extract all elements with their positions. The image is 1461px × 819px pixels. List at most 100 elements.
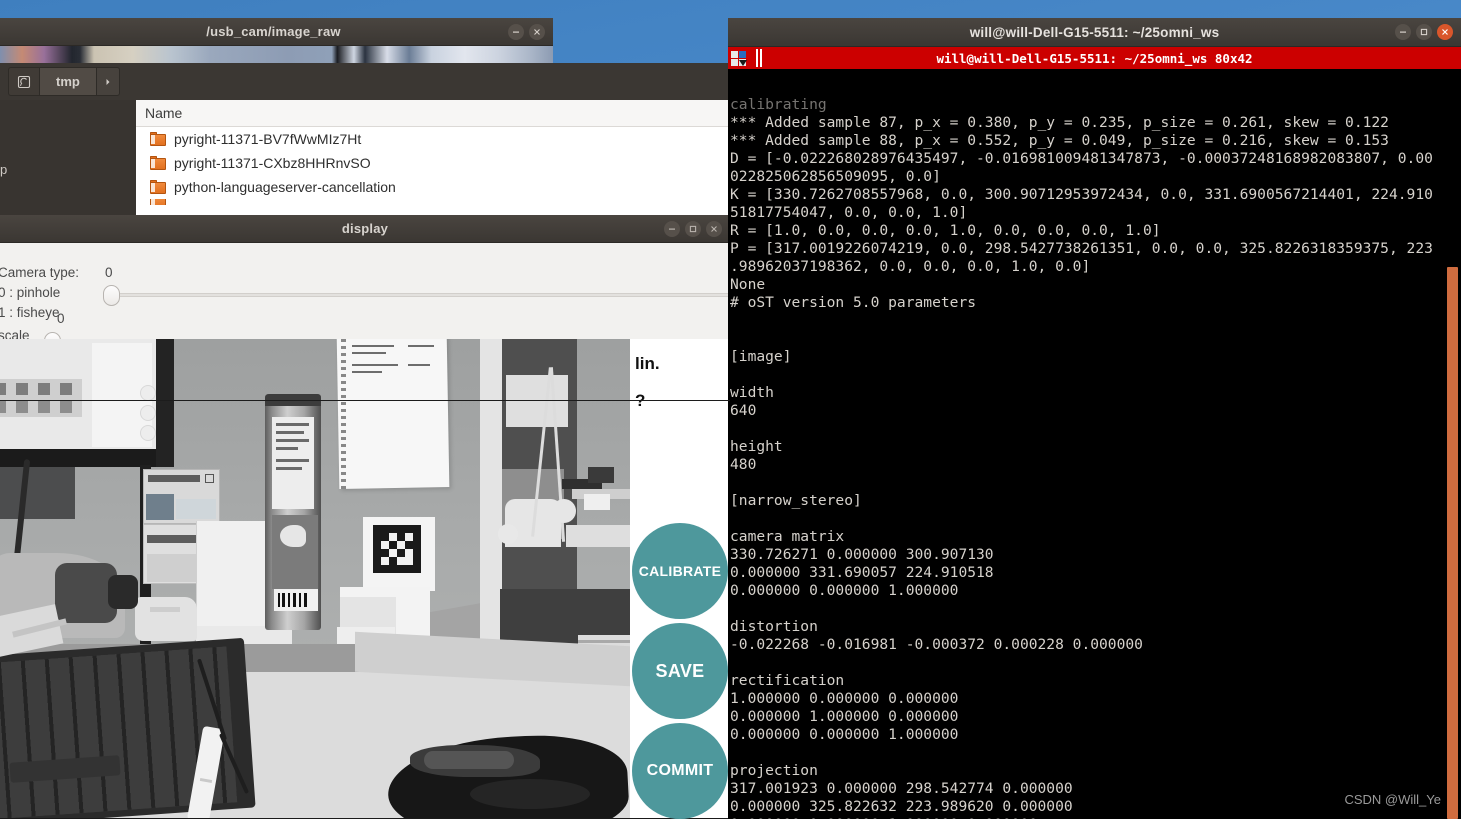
file-manager-pathbar: tmp bbox=[0, 63, 730, 100]
file-manager-window: tmp p Name pyright-11371-BV7fWwMIz7Ht py… bbox=[0, 63, 730, 223]
terminal-window: will@will-Dell-G15-5511: ~/25omni_ws wil… bbox=[728, 18, 1461, 819]
file-manager-body: p Name pyright-11371-BV7fWwMIz7Ht pyrigh… bbox=[0, 100, 730, 223]
calibration-horizontal-line bbox=[0, 400, 730, 401]
terminal-scrollbar-thumb[interactable] bbox=[1447, 267, 1458, 819]
terminal-line: distortion bbox=[730, 618, 818, 635]
file-manager-sidebar: p bbox=[0, 100, 136, 223]
question-label: ? bbox=[635, 391, 645, 411]
display-window-buttons bbox=[664, 220, 722, 237]
terminal-line: [image] bbox=[730, 348, 792, 365]
calibration-panel: lin. ? CALIBRATE SAVE COMMIT bbox=[630, 339, 730, 819]
terminal-line: rectification bbox=[730, 672, 845, 689]
list-item[interactable]: pyright-11371-CXbz8HHRnvSO bbox=[136, 151, 730, 175]
list-item-partial[interactable] bbox=[136, 199, 730, 205]
camera-type-label: Camera type: bbox=[0, 265, 80, 280]
camera-type-option-pinhole: 0 : pinhole bbox=[0, 285, 61, 300]
chevron-right-icon[interactable] bbox=[95, 67, 120, 96]
minimize-icon[interactable] bbox=[1395, 24, 1411, 40]
close-icon[interactable] bbox=[706, 220, 722, 237]
terminal-tab-label[interactable]: will@will-Dell-G15-5511: ~/25omni_ws 80x… bbox=[728, 51, 1461, 66]
terminal-line: -0.022268 -0.016981 -0.000372 0.000228 0… bbox=[730, 636, 1143, 653]
image-raw-titlebar[interactable]: /usb_cam/image_raw bbox=[0, 18, 553, 46]
minimize-icon[interactable] bbox=[664, 220, 680, 237]
camera-type-value: 0 bbox=[105, 265, 113, 280]
terminal-line: None bbox=[730, 276, 766, 293]
linearity-label: lin. bbox=[635, 354, 660, 373]
folder-icon bbox=[150, 180, 166, 194]
maximize-icon[interactable] bbox=[1416, 24, 1432, 40]
display-controls: Camera type: 0 0 : pinhole 1 : fisheye s… bbox=[0, 243, 730, 345]
terminal-line: *** Added sample 87, p_x = 0.380, p_y = … bbox=[730, 114, 1389, 131]
image-raw-window-buttons bbox=[508, 23, 545, 40]
terminal-window-buttons bbox=[1395, 24, 1453, 40]
terminal-line: 022825062856509095, 0.0] bbox=[730, 168, 941, 185]
terminal-line: 51817754047, 0.0, 0.0, 1.0] bbox=[730, 204, 968, 221]
terminal-line: 1.000000 0.000000 0.000000 bbox=[730, 690, 959, 707]
folder-icon bbox=[150, 156, 166, 170]
terminal-line: 0.000000 0.000000 1.000000 bbox=[730, 582, 959, 599]
terminal-line: [narrow_stereo] bbox=[730, 492, 862, 509]
scale-value: 0 bbox=[57, 311, 65, 326]
terminal-line: 0.000000 1.000000 0.000000 bbox=[730, 708, 959, 725]
terminal-title: will@will-Dell-G15-5511: ~/25omni_ws bbox=[969, 24, 1220, 40]
terminal-line: projection bbox=[730, 762, 818, 779]
close-icon[interactable] bbox=[529, 23, 545, 40]
file-list-header-name[interactable]: Name bbox=[136, 100, 730, 127]
calibrate-button[interactable]: CALIBRATE bbox=[632, 523, 728, 619]
camera-preview-image bbox=[0, 339, 630, 818]
path-button-tmp[interactable]: tmp bbox=[39, 67, 96, 96]
terminal-line: calibrating bbox=[730, 96, 827, 113]
list-item[interactable]: python-languageserver-cancellation bbox=[136, 175, 730, 199]
camera-type-slider-knob[interactable] bbox=[103, 285, 120, 306]
terminal-line: *** Added sample 88, p_x = 0.552, p_y = … bbox=[730, 132, 1389, 149]
close-icon[interactable] bbox=[1437, 24, 1453, 40]
terminal-line: P = [317.0019226074219, 0.0, 298.5427738… bbox=[730, 240, 1433, 257]
terminal-line: camera matrix bbox=[730, 528, 845, 545]
file-name: python-languageserver-cancellation bbox=[174, 179, 396, 195]
commit-button[interactable]: COMMIT bbox=[632, 723, 728, 819]
terminal-line: K = [330.7262708557968, 0.0, 300.9071295… bbox=[730, 186, 1433, 203]
terminal-lines: calibrating *** Added sample 87, p_x = 0.… bbox=[730, 96, 1461, 819]
image-raw-title: /usb_cam/image_raw bbox=[206, 24, 341, 39]
save-button[interactable]: SAVE bbox=[632, 623, 728, 719]
terminal-line: R = [1.0, 0.0, 0.0, 0.0, 1.0, 0.0, 0.0, … bbox=[730, 222, 1161, 239]
terminal-line: width bbox=[730, 384, 774, 401]
terminal-line: 640 bbox=[730, 402, 757, 419]
camera-type-option-fisheye: 1 : fisheye bbox=[0, 305, 60, 320]
minimize-icon[interactable] bbox=[508, 23, 524, 40]
sidebar-item-0[interactable]: p bbox=[0, 162, 136, 182]
file-list: Name pyright-11371-BV7fWwMIz7Ht pyright-… bbox=[136, 100, 730, 223]
camera-type-slider-track[interactable] bbox=[110, 293, 730, 297]
file-name: pyright-11371-CXbz8HHRnvSO bbox=[174, 155, 371, 171]
terminal-titlebar[interactable]: will@will-Dell-G15-5511: ~/25omni_ws bbox=[728, 18, 1461, 47]
terminal-output[interactable]: calibrating *** Added sample 87, p_x = 0.… bbox=[728, 69, 1461, 819]
folder-icon bbox=[150, 132, 166, 146]
terminal-line: D = [-0.022268028976435497, -0.016981009… bbox=[730, 150, 1433, 167]
image-raw-video-strip bbox=[0, 46, 553, 64]
display-titlebar[interactable]: display bbox=[0, 215, 730, 243]
list-item[interactable]: pyright-11371-BV7fWwMIz7Ht bbox=[136, 127, 730, 151]
terminal-line: .98962037198362, 0.0, 0.0, 0.0, 1.0, 0.0… bbox=[730, 258, 1091, 275]
terminal-line: 330.726271 0.000000 300.907130 bbox=[730, 546, 994, 563]
image-raw-window: /usb_cam/image_raw bbox=[0, 18, 553, 64]
terminal-line: 0.000000 0.000000 1.000000 bbox=[730, 726, 959, 743]
terminal-line: 0.000000 331.690057 224.910518 bbox=[730, 564, 994, 581]
terminal-line: height bbox=[730, 438, 783, 455]
file-name: pyright-11371-BV7fWwMIz7Ht bbox=[174, 131, 362, 147]
terminal-line: 480 bbox=[730, 456, 757, 473]
terminal-tab-bar: will@will-Dell-G15-5511: ~/25omni_ws 80x… bbox=[728, 47, 1461, 69]
display-title: display bbox=[341, 221, 389, 236]
watermark-label: CSDN @Will_Ye bbox=[1344, 792, 1441, 807]
home-icon[interactable] bbox=[8, 67, 39, 96]
folder-icon bbox=[150, 199, 166, 205]
maximize-icon[interactable] bbox=[685, 220, 701, 237]
